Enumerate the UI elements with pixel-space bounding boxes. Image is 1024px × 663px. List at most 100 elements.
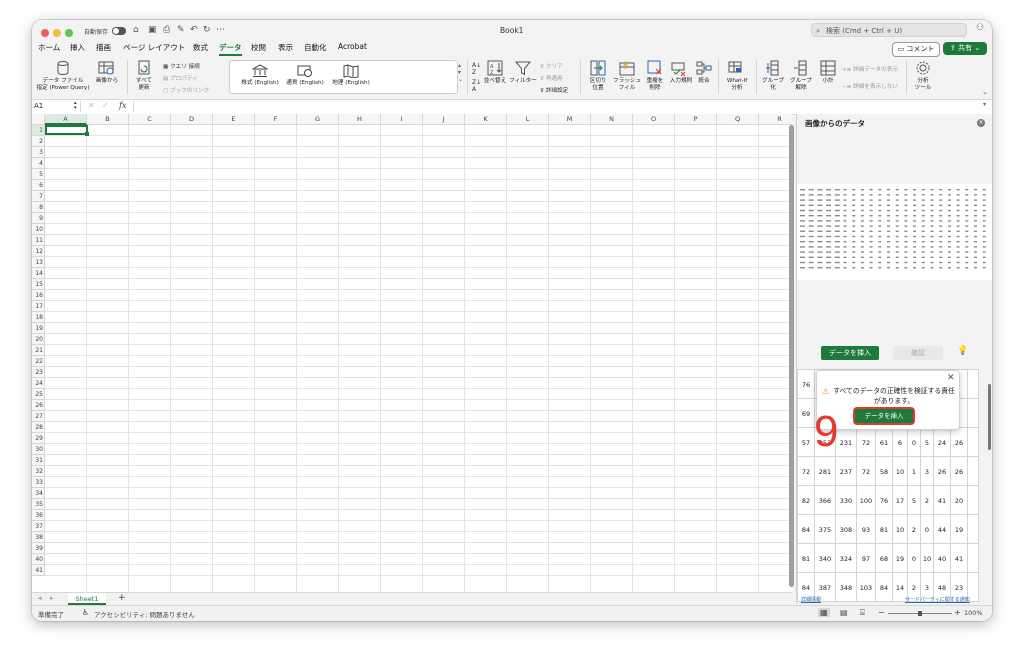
extracted-cell[interactable]: 237 [835,456,857,486]
extracted-cell[interactable]: 40 [933,543,951,573]
extracted-cell[interactable]: 6 [892,427,908,457]
currencies-button[interactable]: 通貨 (English) [282,64,328,87]
row-header-34[interactable]: 34 [32,488,45,499]
fill-handle[interactable] [85,132,89,136]
extracted-cell[interactable]: 100 [856,485,876,515]
column-header-i[interactable]: I [381,114,423,125]
queries-button[interactable]: ▦ クエリ 接続 [163,62,200,70]
remove-duplicates-button[interactable]: 重複を 削除 [642,60,668,92]
group-button[interactable]: グループ 化 [759,60,787,92]
extracted-cell[interactable]: 330 [835,485,857,515]
extracted-cell[interactable] [967,543,979,573]
worksheet-grid[interactable]: ABCDEFGHIJKLMNOPQR 1 2 3 4 5 6 7 8 9 10 11 12 13 14 15… [32,114,792,594]
zoom-slider-thumb[interactable] [918,611,922,616]
extracted-cell[interactable] [967,369,979,399]
edit-icon[interactable]: ✎ [177,25,185,35]
row-header-21[interactable]: 21 [32,345,45,356]
row-header-4[interactable]: 4 [32,158,45,169]
extracted-cell[interactable]: 0 [907,543,921,573]
prev-sheet-icon[interactable]: ◂ [38,594,42,602]
extracted-cell[interactable]: 17 [892,485,908,515]
collapse-ribbon-icon[interactable]: ⌄ [982,88,988,96]
zoom-level[interactable]: 100% [964,609,983,617]
tab-acrobat[interactable]: Acrobat [338,42,367,51]
sheet-tab-sheet1[interactable]: Sheet1 [68,593,106,605]
select-all-corner[interactable] [32,114,45,125]
workbook-links-button[interactable]: ▢ ブックのリンク [163,86,209,94]
learn-more-link[interactable]: 詳細情報 [801,596,821,603]
home-icon[interactable]: ⌂ [133,25,139,35]
extracted-cell[interactable]: 81 [875,514,893,544]
row-header-1[interactable]: 1 [32,125,45,136]
extracted-cell[interactable]: 72 [797,456,815,486]
hide-detail-button[interactable]: −≡ 詳細を表示しない [842,82,898,90]
pane-close-icon[interactable]: ✕ [977,119,985,127]
row-header-12[interactable]: 12 [32,246,45,257]
flash-fill-button[interactable]: フラッシュ フィル [612,60,642,92]
subtotal-button[interactable]: 小計 [817,60,839,85]
extracted-cell[interactable]: 19 [950,514,968,544]
tab-view[interactable]: 表示 [278,42,293,53]
column-header-b[interactable]: B [87,114,129,125]
sort-za-icon[interactable]: Z↓ A [472,79,481,93]
extracted-cell[interactable]: 324 [835,543,857,573]
extracted-cell[interactable]: 72 [856,427,876,457]
extracted-cell[interactable]: 2 [907,514,921,544]
row-header-2[interactable]: 2 [32,136,45,147]
consolidate-button[interactable]: 統合 [694,60,714,85]
more-icon[interactable]: ⋯ [216,25,225,35]
ungroup-button[interactable]: グループ 解除 [787,60,815,92]
refresh-all-button[interactable]: すべて 更新 [132,60,156,92]
extracted-cell[interactable]: 26 [933,456,951,486]
row-header-9[interactable]: 9 [32,213,45,224]
zoom-out-icon[interactable]: − [878,608,885,617]
row-header-38[interactable]: 38 [32,532,45,543]
column-header-m[interactable]: M [549,114,591,125]
extracted-cell[interactable]: 375 [814,514,836,544]
row-header-3[interactable]: 3 [32,147,45,158]
extracted-cell[interactable]: 10 [892,514,908,544]
row-header-39[interactable]: 39 [32,543,45,554]
extracted-cell[interactable]: 308 [835,514,857,544]
account-icon[interactable]: ⚇ [976,23,984,33]
column-header-j[interactable]: J [423,114,465,125]
extracted-cell[interactable]: 57 [797,427,815,457]
tab-formulas[interactable]: 数式 [193,42,208,53]
print-icon[interactable]: ⎙ [163,25,170,35]
row-header-22[interactable]: 22 [32,356,45,367]
tab-home[interactable]: ホーム [38,42,60,53]
row-header-8[interactable]: 8 [32,202,45,213]
search-input[interactable]: ⌕ 検索 (Cmd + Ctrl + U) [811,23,967,37]
row-header-10[interactable]: 10 [32,224,45,235]
extracted-cell[interactable] [967,398,979,428]
reapply-button[interactable]: ⊽ 再適用 [540,74,563,82]
add-sheet-button[interactable]: + [118,593,126,603]
confirm-entry-icon[interactable]: ✓ [102,101,109,110]
clear-button[interactable]: ⊽ クリア [540,62,563,70]
extracted-cell[interactable]: 84 [797,514,815,544]
extracted-cell[interactable] [967,456,979,486]
extracted-cell[interactable]: 3 [920,456,934,486]
insert-function-icon[interactable]: fx [119,101,126,110]
extracted-cell[interactable]: 19 [892,543,908,573]
row-header-37[interactable]: 37 [32,521,45,532]
column-header-p[interactable]: P [675,114,717,125]
row-header-35[interactable]: 35 [32,499,45,510]
column-header-g[interactable]: G [297,114,339,125]
save-icon[interactable]: ▣ [148,25,157,35]
column-header-r[interactable]: R [759,114,792,125]
row-header-40[interactable]: 40 [32,554,45,565]
tab-review[interactable]: 校閲 [251,42,266,53]
close-window-button[interactable] [41,29,49,37]
row-header-14[interactable]: 14 [32,268,45,279]
column-header-o[interactable]: O [633,114,675,125]
extracted-cell[interactable] [967,485,979,515]
redo-icon[interactable]: ↻ [203,25,211,35]
gallery-scroll-icon[interactable]: ▴ ▾ ⌄ [458,62,463,83]
filter-button[interactable]: フィルター [508,60,538,85]
extracted-cell[interactable]: 76 [797,369,815,399]
extracted-cell[interactable]: 0 [920,514,934,544]
extracted-cell[interactable]: 58 [875,456,893,486]
row-header-19[interactable]: 19 [32,323,45,334]
row-header-15[interactable]: 15 [32,279,45,290]
